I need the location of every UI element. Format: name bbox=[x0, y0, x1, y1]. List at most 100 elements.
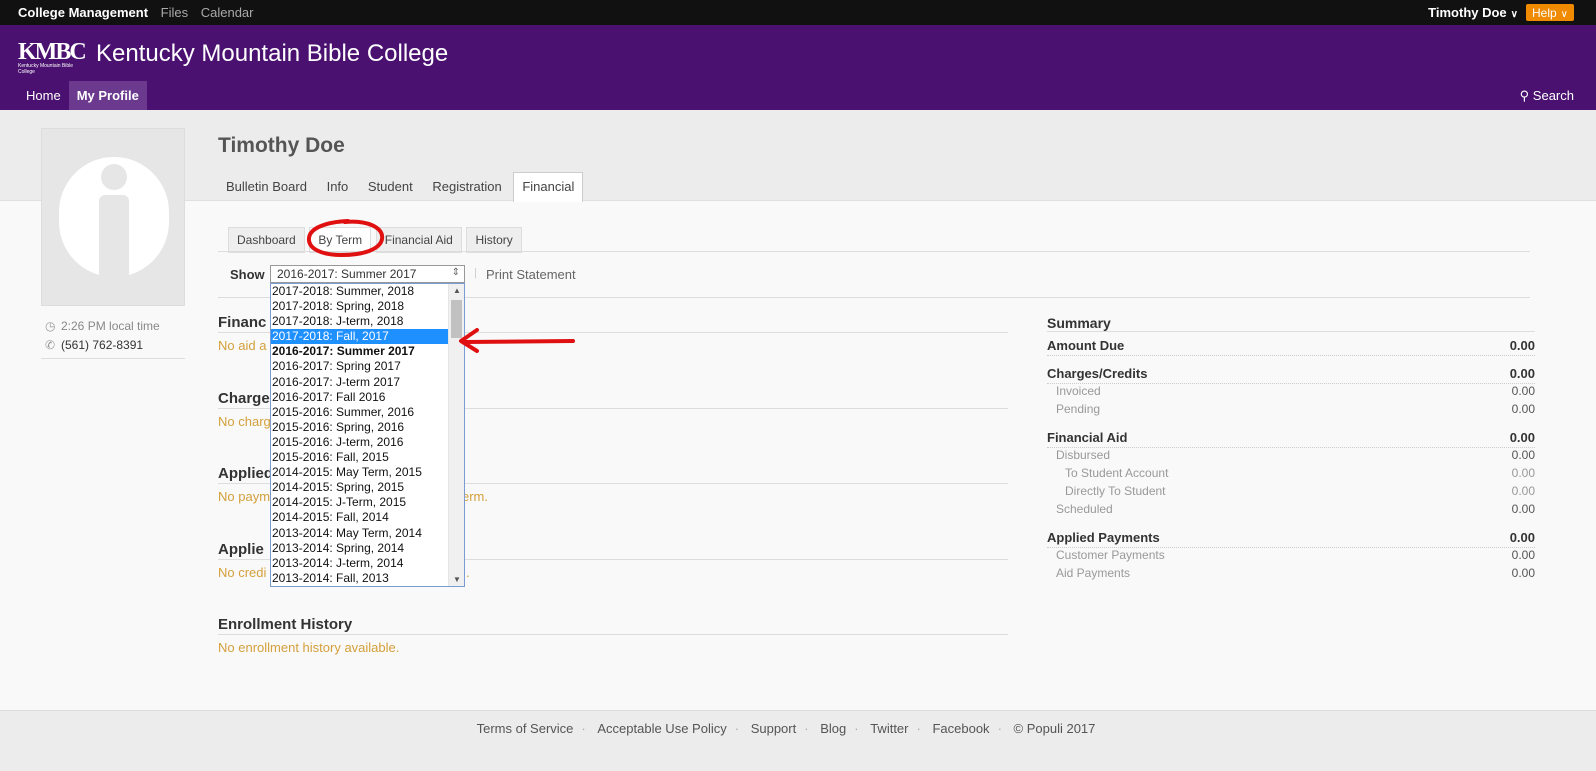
term-select[interactable]: 2016-2017: Summer 2017 ⇕ bbox=[270, 265, 465, 283]
term-option[interactable]: 2014-2015: Spring, 2015 bbox=[271, 480, 449, 495]
subtab-history[interactable]: History bbox=[466, 227, 522, 253]
nav-home[interactable]: Home bbox=[18, 81, 69, 110]
term-option[interactable]: 2015-2016: J-term, 2016 bbox=[271, 435, 449, 450]
summary-customer-payments: Customer Payments 0.00 bbox=[1056, 548, 1535, 562]
clock-icon: ◷ bbox=[45, 319, 56, 333]
term-option[interactable]: 2016-2017: Summer 2017 bbox=[271, 344, 449, 359]
payments-empty-msg: No paym bbox=[218, 489, 271, 504]
summary-title: Summary bbox=[1047, 315, 1535, 332]
separator: | bbox=[474, 267, 477, 279]
phone-icon: ✆ bbox=[45, 338, 56, 352]
help-label: Help bbox=[1531, 6, 1557, 20]
footer-link-twitter[interactable]: Twitter bbox=[870, 721, 908, 736]
tab-student[interactable]: Student bbox=[360, 173, 421, 200]
divider bbox=[41, 358, 185, 359]
footer-link-terms[interactable]: Terms of Service bbox=[477, 721, 574, 736]
term-option[interactable]: 2014-2015: Fall, 2014 bbox=[271, 510, 449, 525]
footer-link-aup[interactable]: Acceptable Use Policy bbox=[597, 721, 726, 736]
show-label: Show bbox=[230, 267, 265, 282]
tab-financial[interactable]: Financial bbox=[513, 172, 584, 202]
term-option[interactable]: 2017-2018: Summer, 2018 bbox=[271, 284, 449, 299]
avatar bbox=[41, 128, 185, 306]
term-option[interactable]: 2016-2017: Fall 2016 bbox=[271, 390, 449, 405]
site-header: KMBC Kentucky Mountain Bible College Ken… bbox=[0, 25, 1596, 110]
summary-amount-due: Amount Due 0.00 bbox=[1047, 338, 1535, 356]
user-menu[interactable]: Timothy Doe ∨ bbox=[1428, 5, 1518, 20]
term-option[interactable]: 2014-2015: J-Term, 2015 bbox=[271, 495, 449, 510]
term-dropdown-list[interactable]: 2017-2018: Summer, 2018 2017-2018: Spring… bbox=[270, 283, 465, 587]
term-option[interactable]: 2013-2014: May Term, 2014 bbox=[271, 526, 449, 541]
summary-disbursed: Disbursed 0.00 bbox=[1056, 448, 1535, 462]
summary-to-student-account: To Student Account 0.00 bbox=[1065, 466, 1535, 480]
summary-charges-credits: Charges/Credits 0.00 bbox=[1047, 366, 1535, 384]
footer-link-blog[interactable]: Blog bbox=[820, 721, 846, 736]
subtab-financial-aid[interactable]: Financial Aid bbox=[375, 227, 462, 253]
enrollment-history-section-title: Enrollment History bbox=[218, 616, 353, 633]
help-button[interactable]: Help ∨ bbox=[1525, 4, 1574, 21]
term-option[interactable]: 2017-2018: Spring, 2018 bbox=[271, 299, 449, 314]
charges-empty-msg: No charg bbox=[218, 414, 271, 429]
term-option[interactable]: 2015-2016: Spring, 2016 bbox=[271, 420, 449, 435]
scroll-down-icon[interactable]: ▼ bbox=[453, 575, 461, 584]
tab-bulletin-board[interactable]: Bulletin Board bbox=[218, 173, 315, 200]
financial-summary: Summary Amount Due 0.00 Charges/Credits … bbox=[1047, 315, 1535, 584]
credits-empty-msg-tail: . bbox=[466, 565, 470, 580]
financial-aid-empty-msg: No aid a bbox=[218, 338, 267, 353]
payments-empty-msg-tail: erm. bbox=[462, 489, 488, 504]
profile-tabs: Bulletin Board Info Student Registration… bbox=[218, 172, 584, 202]
school-name: Kentucky Mountain Bible College bbox=[96, 40, 449, 67]
summary-pending: Pending 0.00 bbox=[1056, 402, 1535, 416]
term-option[interactable]: 2013-2014: Fall, 2013 bbox=[271, 571, 449, 586]
subtab-dashboard[interactable]: Dashboard bbox=[228, 227, 305, 253]
term-options: 2017-2018: Summer, 2018 2017-2018: Spring… bbox=[271, 284, 464, 586]
page-title: Timothy Doe bbox=[218, 134, 345, 157]
app-files[interactable]: Files bbox=[161, 5, 188, 20]
term-option[interactable]: 2013-2014: J-term, 2014 bbox=[271, 556, 449, 571]
tab-info[interactable]: Info bbox=[319, 173, 357, 200]
user-name: Timothy Doe bbox=[1428, 5, 1507, 20]
footer-links: Terms of Service · Acceptable Use Policy ·… bbox=[476, 721, 1096, 736]
top-bar: College Management Files Calendar Timoth… bbox=[0, 0, 1596, 25]
summary-applied-payments: Applied Payments 0.00 bbox=[1047, 530, 1535, 548]
enrollment-empty-msg: No enrollment history available. bbox=[218, 640, 400, 655]
term-option[interactable]: 2013-2014: Spring, 2014 bbox=[271, 541, 449, 556]
term-option[interactable]: 2016-2017: Spring 2017 bbox=[271, 359, 449, 374]
term-option[interactable]: 2014-2015: May Term, 2015 bbox=[271, 465, 449, 480]
main-nav: Home My Profile bbox=[18, 81, 147, 110]
app-college-management[interactable]: College Management bbox=[18, 5, 148, 20]
credits-empty-msg: No credi bbox=[218, 565, 267, 580]
financial-aid-section-title: Financ bbox=[218, 314, 267, 331]
charges-section-title: Charge bbox=[218, 390, 270, 407]
phone-number: (561) 762-8391 bbox=[61, 338, 144, 352]
nav-my-profile[interactable]: My Profile bbox=[68, 81, 147, 110]
scroll-up-icon[interactable]: ▲ bbox=[453, 286, 461, 295]
applied-credits-section-title: Applie bbox=[218, 541, 264, 558]
print-statement-link[interactable]: Print Statement bbox=[486, 267, 576, 282]
app-switcher: College Management Files Calendar bbox=[18, 5, 263, 20]
search-icon: ⚲ bbox=[1519, 88, 1530, 103]
red-circle-annotation bbox=[307, 219, 385, 258]
divider bbox=[218, 251, 1530, 252]
term-option[interactable]: 2015-2016: Summer, 2016 bbox=[271, 405, 449, 420]
chevron-down-icon: ∨ bbox=[1560, 9, 1568, 20]
search-link[interactable]: ⚲ Search bbox=[1520, 88, 1574, 104]
footer-link-support[interactable]: Support bbox=[751, 721, 797, 736]
chevron-down-icon: ∨ bbox=[1510, 9, 1518, 20]
school-logo[interactable]: KMBC Kentucky Mountain Bible College bbox=[18, 40, 90, 75]
footer-link-facebook[interactable]: Facebook bbox=[932, 721, 989, 736]
summary-directly-to-student: Directly To Student 0.00 bbox=[1065, 484, 1535, 498]
summary-financial-aid: Financial Aid 0.00 bbox=[1047, 430, 1535, 448]
term-option[interactable]: 2015-2016: Fall, 2015 bbox=[271, 450, 449, 465]
select-arrows-icon: ⇕ bbox=[451, 267, 460, 278]
app-calendar[interactable]: Calendar bbox=[201, 5, 254, 20]
summary-invoiced: Invoiced 0.00 bbox=[1056, 384, 1535, 398]
profile-meta: ◷ 2:26 PM local time ✆ (561) 762-8391 bbox=[45, 319, 185, 357]
tab-registration[interactable]: Registration bbox=[424, 173, 509, 200]
term-option[interactable]: 2016-2017: J-term 2017 bbox=[271, 375, 449, 390]
footer-copyright: © Populi 2017 bbox=[1013, 721, 1096, 736]
term-option[interactable]: 2017-2018: J-term, 2018 bbox=[271, 314, 449, 329]
site-footer: Terms of Service · Acceptable Use Policy ·… bbox=[0, 710, 1596, 771]
term-option[interactable]: 2017-2018: Fall, 2017 bbox=[271, 329, 449, 345]
term-select-value: 2016-2017: Summer 2017 bbox=[277, 267, 417, 281]
summary-aid-payments: Aid Payments 0.00 bbox=[1056, 566, 1535, 580]
